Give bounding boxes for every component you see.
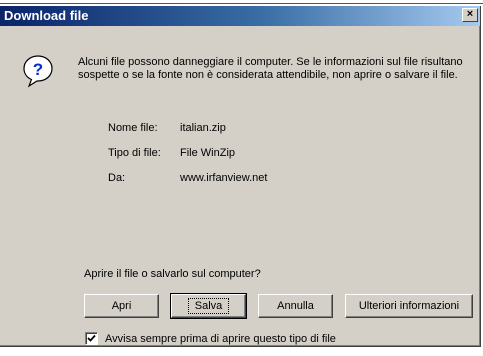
save-button-label: Salva <box>187 297 230 314</box>
close-icon: × <box>466 8 474 20</box>
title-bar[interactable]: Download file × <box>0 6 480 26</box>
window-title: Download file <box>4 8 89 23</box>
file-name-value: italian.zip <box>180 122 226 134</box>
checkmark-icon <box>87 334 96 342</box>
question-icon: ? <box>23 55 53 88</box>
file-name-label: Nome file: <box>108 122 158 134</box>
warning-message: Alcuni file possono danneggiare il compu… <box>78 56 463 81</box>
always-ask-label: Avvisa sempre prima di aprire questo tip… <box>105 333 336 345</box>
background-divider <box>0 3 483 4</box>
close-button[interactable]: × <box>462 8 478 22</box>
download-dialog: Download file × ? Alcuni file possono da… <box>0 6 481 347</box>
file-source-value: www.irfanview.net <box>180 172 268 184</box>
cancel-button[interactable]: Annulla <box>258 294 333 318</box>
file-type-label: Tipo di file: <box>108 147 161 159</box>
open-button[interactable]: Apri <box>84 294 159 318</box>
more-info-button[interactable]: Ulteriori informazioni <box>345 294 473 318</box>
svg-text:?: ? <box>33 60 43 79</box>
save-button[interactable]: Salva <box>170 293 247 319</box>
file-type-value: File WinZip <box>180 147 236 159</box>
always-ask-checkbox[interactable] <box>85 332 98 345</box>
open-or-save-question: Aprire il file o salvarlo sul computer? <box>84 268 261 280</box>
screen: Download file × ? Alcuni file possono da… <box>0 0 483 356</box>
file-source-label: Da: <box>108 172 126 184</box>
